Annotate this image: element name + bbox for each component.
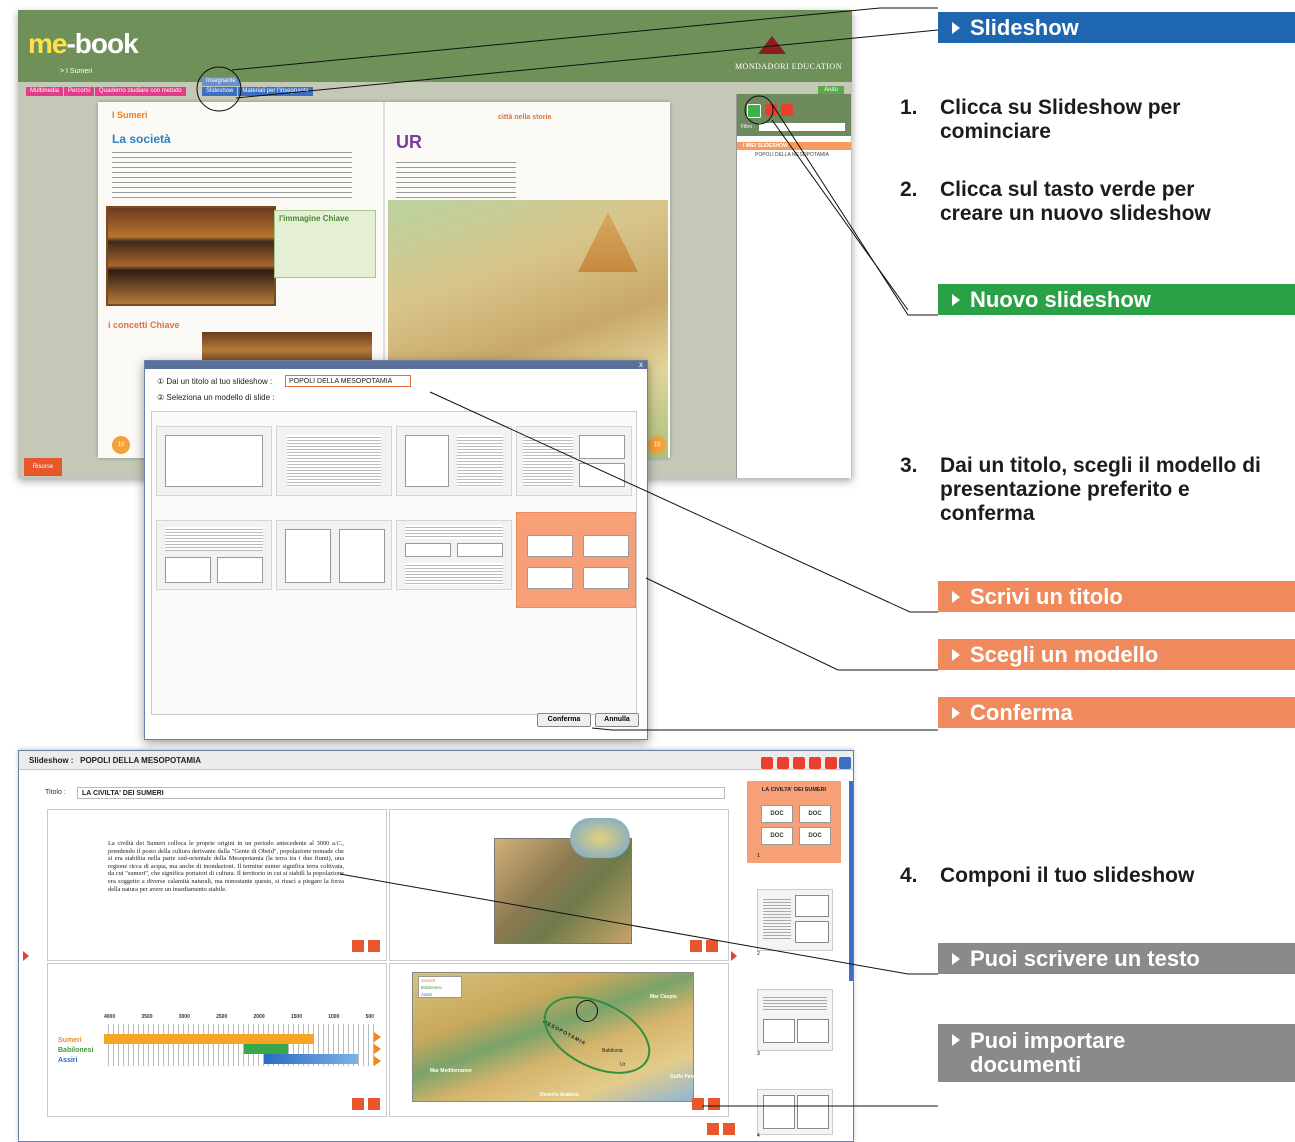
step-1: 1. Clicca su Slideshow per cominciare xyxy=(900,96,1181,143)
banner-write-title: Scrivi un titolo xyxy=(938,581,1295,612)
step-4: 4. Componi il tuo slideshow xyxy=(900,864,1195,887)
banner-new-slideshow: Nuovo slideshow xyxy=(938,284,1295,315)
banner-slideshow: Slideshow xyxy=(938,12,1295,43)
banner-write-text: Puoi scrivere un testo xyxy=(938,943,1295,974)
step-3: 3. Dai un titolo, scegli il modello di pr… xyxy=(900,454,1261,525)
banner-choose-model: Scegli un modello xyxy=(938,639,1295,670)
banner-confirm: Conferma xyxy=(938,697,1295,728)
banner-import-documents: Puoi importare documenti xyxy=(938,1024,1295,1082)
step-2: 2. Clicca sul tasto verde per creare un n… xyxy=(900,178,1211,225)
